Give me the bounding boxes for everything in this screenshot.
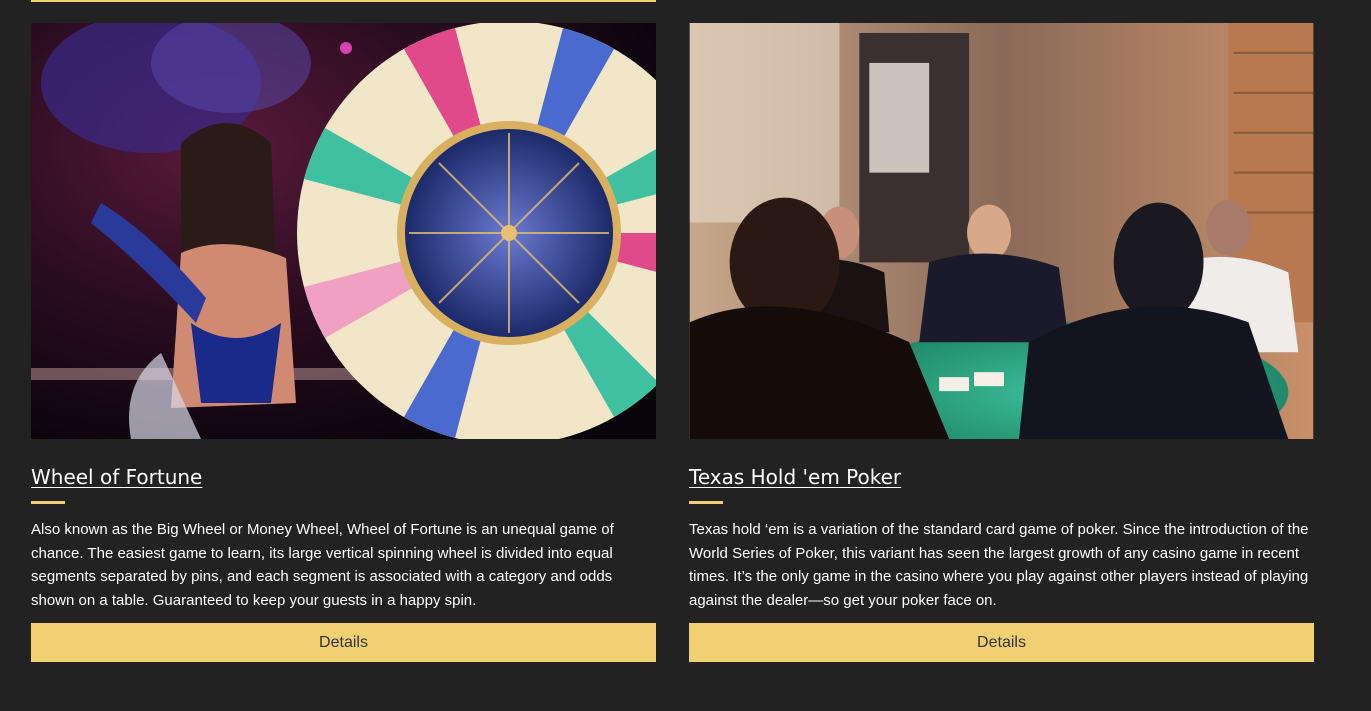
games-grid: Wheel of Fortune Also known as the Big W… xyxy=(0,0,1371,711)
details-button[interactable]: Details xyxy=(689,623,1314,662)
top-divider xyxy=(31,0,656,2)
game-description: Also known as the Big Wheel or Money Whe… xyxy=(31,521,614,609)
texas-holdem-photo[interactable] xyxy=(689,23,1314,439)
game-title-link[interactable]: Wheel of Fortune xyxy=(31,464,202,490)
title-accent-bar xyxy=(689,501,723,504)
game-description: Texas hold ‘em is a variation of the sta… xyxy=(689,521,1309,609)
game-title-link[interactable]: Texas Hold 'em Poker xyxy=(689,464,901,490)
game-card-texas-holdem: Texas Hold 'em Poker Texas hold ‘em is a… xyxy=(689,23,1314,662)
game-card-wheel-of-fortune: Wheel of Fortune Also known as the Big W… xyxy=(31,23,656,662)
details-button[interactable]: Details xyxy=(31,623,656,662)
title-accent-bar xyxy=(31,501,65,504)
wheel-of-fortune-photo[interactable] xyxy=(31,23,656,439)
